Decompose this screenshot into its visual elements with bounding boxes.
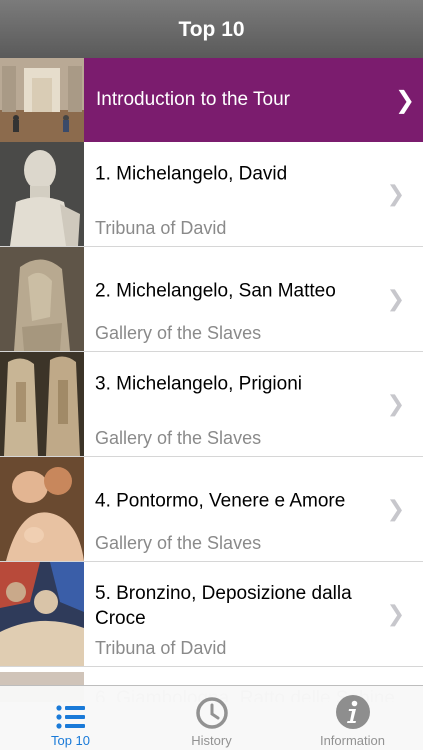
list-icon bbox=[55, 705, 85, 729]
chevron-right-icon: ❯ bbox=[386, 286, 405, 311]
item-location: Tribuna of David bbox=[95, 218, 227, 238]
item-title: 1. Michelangelo, David bbox=[95, 163, 288, 185]
item-title: 4. Pontormo, Venere e Amore bbox=[95, 490, 346, 512]
list-item-deposizione[interactable]: 5. Bronzino, Deposizione dalla Croce Tri… bbox=[0, 562, 423, 667]
list-item-david[interactable]: 1. Michelangelo, David Tribuna of David … bbox=[0, 142, 423, 247]
tab-label: Top 10 bbox=[50, 733, 91, 748]
tab-information[interactable]: Information bbox=[282, 686, 423, 750]
tab-label: History bbox=[191, 733, 232, 748]
tab-bar: Top 10 History Information bbox=[0, 685, 423, 750]
deposizione-thumbnail bbox=[0, 562, 84, 666]
tab-history[interactable]: History bbox=[141, 686, 282, 750]
clock-icon bbox=[195, 697, 228, 729]
navigation-bar: Top 10 bbox=[0, 0, 423, 58]
tab-top-10[interactable]: Top 10 bbox=[0, 686, 141, 750]
chevron-right-icon: ❯ bbox=[394, 86, 416, 114]
info-icon bbox=[335, 695, 370, 729]
artwork-list: 1. Michelangelo, David Tribuna of David … bbox=[0, 142, 423, 667]
intro-tour-row[interactable]: Introduction to the Tour ❯ bbox=[0, 58, 423, 142]
item-location: Gallery of the Slaves bbox=[95, 428, 262, 448]
item-location: Tribuna of David bbox=[95, 638, 227, 658]
list-item-venere-amore[interactable]: 4. Pontormo, Venere e Amore Gallery of t… bbox=[0, 457, 423, 562]
list-item-prigioni[interactable]: 3. Michelangelo, Prigioni Gallery of the… bbox=[0, 352, 423, 457]
prigioni-thumbnail bbox=[0, 352, 84, 456]
venere-amore-thumbnail bbox=[0, 457, 84, 561]
item-location: Gallery of the Slaves bbox=[95, 323, 262, 343]
intro-tour-label: Introduction to the Tour bbox=[96, 89, 290, 110]
item-title: 3. Michelangelo, Prigioni bbox=[95, 373, 303, 395]
david-thumbnail bbox=[0, 142, 84, 246]
chevron-right-icon: ❯ bbox=[386, 601, 405, 626]
item-title: 5. Bronzino, Deposizione dalla Croce bbox=[95, 583, 352, 629]
san-matteo-thumbnail bbox=[0, 247, 84, 351]
gallery-hall-thumbnail bbox=[0, 58, 84, 142]
item-title: 2. Michelangelo, San Matteo bbox=[95, 280, 336, 302]
item-location: Gallery of the Slaves bbox=[95, 533, 262, 553]
chevron-right-icon: ❯ bbox=[386, 391, 405, 416]
chevron-right-icon: ❯ bbox=[386, 181, 405, 206]
tab-label: Information bbox=[319, 733, 386, 748]
chevron-right-icon: ❯ bbox=[386, 496, 405, 521]
page-title: Top 10 bbox=[178, 18, 245, 41]
list-item-san-matteo[interactable]: 2. Michelangelo, San Matteo Gallery of t… bbox=[0, 247, 423, 352]
